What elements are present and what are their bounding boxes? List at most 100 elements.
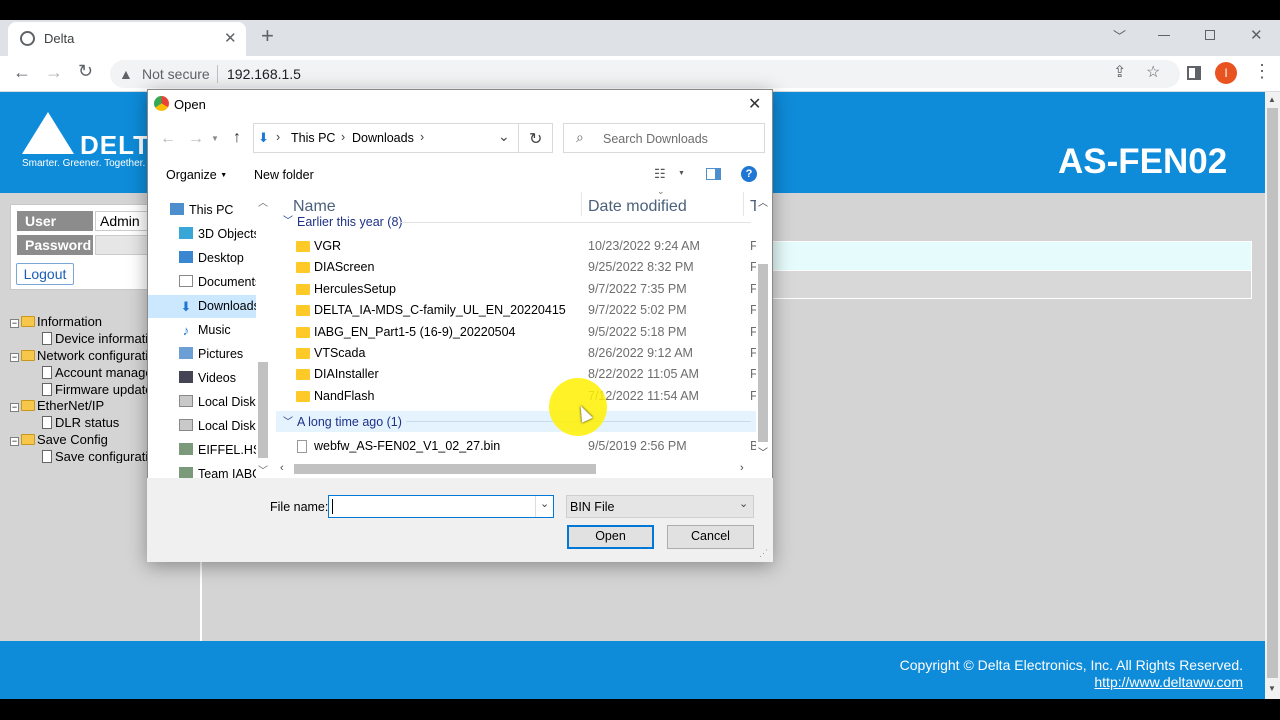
scroll-up-arrow[interactable]: ︿ [258, 194, 268, 209]
group-divider [401, 222, 751, 223]
scroll-thumb[interactable] [758, 264, 768, 442]
network-drive-icon [179, 443, 193, 455]
tree-item-account-management[interactable]: Account management [42, 364, 150, 381]
path-dropdown-icon[interactable]: ⌄ [498, 128, 510, 145]
file-list-hscrollbar[interactable]: ‹ › [276, 460, 756, 478]
tree-item-save-configuration[interactable]: Save configuration [42, 448, 150, 463]
breadcrumb-downloads[interactable]: Downloads [352, 131, 414, 145]
tree-item-device-information[interactable]: Device information [42, 330, 150, 347]
nav-pictures[interactable]: Pictures [179, 343, 243, 365]
file-row[interactable]: HerculesSetup 9/7/2022 7:35 PM F [276, 279, 758, 300]
tree-item-network-configuration[interactable]: − Network configuration [10, 347, 150, 364]
file-row[interactable]: DELTA_IA-MDS_C-family_UL_EN_20220415 9/7/… [276, 300, 758, 321]
close-window-icon[interactable]: ✕ [1250, 28, 1263, 44]
refresh-button[interactable]: ↻ [519, 123, 553, 153]
file-row[interactable]: DIAScreen 9/25/2022 8:32 PM F [276, 257, 758, 278]
path-bar[interactable]: ⬇ › This PC › Downloads › ⌄ [253, 123, 519, 153]
dialog-close-icon[interactable]: ✕ [748, 94, 761, 114]
back-icon[interactable]: ← [13, 63, 31, 81]
page-scrollbar[interactable]: ▲ ▼ [1265, 92, 1280, 699]
side-panel-icon[interactable] [1187, 66, 1201, 80]
nav-this-pc[interactable]: This PC [170, 199, 233, 221]
forward-icon[interactable]: → [45, 63, 63, 81]
cancel-button[interactable]: Cancel [667, 525, 754, 549]
scroll-thumb[interactable] [294, 464, 596, 474]
file-row[interactable]: VTScada 8/26/2022 9:12 AM F [276, 343, 758, 364]
open-button[interactable]: Open [567, 525, 654, 549]
file-row[interactable]: VGR 10/23/2022 9:24 AM F [276, 236, 758, 257]
recent-dropdown-icon[interactable]: ▼ [211, 134, 219, 143]
preview-pane-icon[interactable] [706, 168, 721, 180]
scroll-down-arrow[interactable]: ﹀ [758, 444, 768, 459]
copyright-text: Copyright © Delta Electronics, Inc. All … [899, 657, 1243, 673]
nav-local-disk-c[interactable]: Local Disk (C:) [179, 391, 256, 413]
organize-button[interactable]: Organize ▼ [166, 168, 227, 182]
file-date: 9/7/2022 5:02 PM [588, 303, 687, 317]
breadcrumb-this-pc[interactable]: This PC [291, 131, 335, 145]
file-row[interactable]: NandFlash 7/12/2022 11:54 AM F [276, 386, 758, 407]
file-row[interactable]: DIAInstaller 8/22/2022 11:05 AM F [276, 364, 758, 385]
browser-tab[interactable]: Delta ✕ [8, 22, 246, 56]
view-dropdown-icon[interactable]: ▼ [678, 170, 685, 177]
forward-arrow-icon[interactable]: → [188, 130, 204, 148]
password-label: Password [17, 235, 93, 255]
footer-link[interactable]: http://www.deltaww.com [1094, 674, 1243, 690]
search-box[interactable]: ⌕ Search Downloads [563, 123, 765, 153]
nav-documents[interactable]: Documents [179, 271, 256, 293]
cube-icon [179, 227, 193, 239]
tree-item-ethernet-ip[interactable]: − EtherNet/IP [10, 397, 104, 414]
share-icon[interactable]: ⇪ [1113, 65, 1126, 81]
back-arrow-icon[interactable]: ← [160, 130, 176, 148]
scroll-left-arrow[interactable]: ‹ [280, 462, 284, 474]
nav-network-drive[interactable]: EIFFEL.HSIE [179, 439, 256, 461]
file-row[interactable]: webfw_AS-FEN02_V1_02_27.bin 9/5/2019 2:56… [276, 436, 758, 457]
new-tab-button[interactable]: + [261, 25, 274, 47]
scroll-up-arrow[interactable]: ︿ [758, 194, 768, 209]
tree-item-firmware-update[interactable]: Firmware update [42, 381, 150, 398]
file-list-vscrollbar[interactable]: ︿ ﹀ [756, 192, 770, 460]
file-row[interactable]: IABG_EN_Part1-5 (16-9)_20220504 9/5/2022 … [276, 322, 758, 343]
logout-button[interactable]: Logout [16, 263, 74, 285]
restore-icon[interactable] [1205, 30, 1215, 40]
resize-grip-icon[interactable]: ⋰ [759, 548, 768, 559]
nav-downloads[interactable]: ⬇ Downloads [179, 295, 256, 317]
tree-item-information[interactable]: − Information [10, 313, 102, 330]
nav-music[interactable]: ♪ Music [179, 319, 231, 341]
help-icon[interactable]: ? [741, 166, 757, 182]
scroll-thumb[interactable] [258, 362, 268, 458]
collapse-icon[interactable]: − [10, 353, 19, 362]
file-date: 9/25/2022 8:32 PM [588, 260, 694, 274]
new-folder-button[interactable]: New folder [254, 168, 314, 182]
tree-item-save-config[interactable]: − Save Config [10, 431, 108, 448]
minimize-icon[interactable] [1158, 35, 1170, 36]
document-icon [42, 416, 52, 429]
bookmark-star-icon[interactable]: ☆ [1146, 65, 1160, 81]
scroll-thumb[interactable] [1267, 108, 1278, 678]
more-menu-icon[interactable]: ⋮ [1253, 62, 1271, 80]
view-options-icon[interactable]: ☷ [654, 166, 666, 182]
collapse-icon[interactable]: − [10, 437, 19, 446]
nav-local-disk-d[interactable]: Local Disk (D:) [179, 415, 256, 437]
nav-pane-scrollbar[interactable]: ︿ ﹀ [256, 192, 270, 478]
up-arrow-icon[interactable]: ↑ [233, 129, 241, 147]
address-bar[interactable]: ▲ Not secure 192.168.1.5 ⇪ ☆ [110, 60, 1180, 88]
scroll-down-arrow[interactable]: ▼ [1268, 684, 1276, 693]
nav-3d-objects[interactable]: 3D Objects [179, 223, 256, 245]
scroll-up-arrow[interactable]: ▲ [1268, 95, 1276, 104]
close-tab-icon[interactable]: ✕ [224, 31, 237, 47]
reload-icon[interactable]: ↻ [78, 62, 93, 80]
collapse-icon[interactable]: − [10, 403, 19, 412]
file-name-input[interactable]: ⌄ [328, 495, 554, 518]
scroll-down-arrow[interactable]: ﹀ [258, 462, 268, 477]
tree-item-dlr-status[interactable]: DLR status [42, 414, 119, 431]
file-type-select[interactable]: BIN File ⌄ [566, 495, 754, 518]
nav-videos[interactable]: Videos [179, 367, 236, 389]
group-header-hover[interactable]: ﹀ A long time ago (1) [276, 411, 756, 432]
nav-desktop[interactable]: Desktop [179, 247, 244, 269]
profile-avatar[interactable]: I [1215, 62, 1237, 84]
file-name-dropdown-icon[interactable]: ⌄ [540, 497, 549, 510]
tab-search-icon[interactable]: ﹀ [1113, 29, 1126, 45]
collapse-icon[interactable]: − [10, 319, 19, 328]
group-header[interactable]: ﹀ Earlier this year (8) [276, 214, 756, 230]
scroll-right-arrow[interactable]: › [740, 462, 744, 474]
